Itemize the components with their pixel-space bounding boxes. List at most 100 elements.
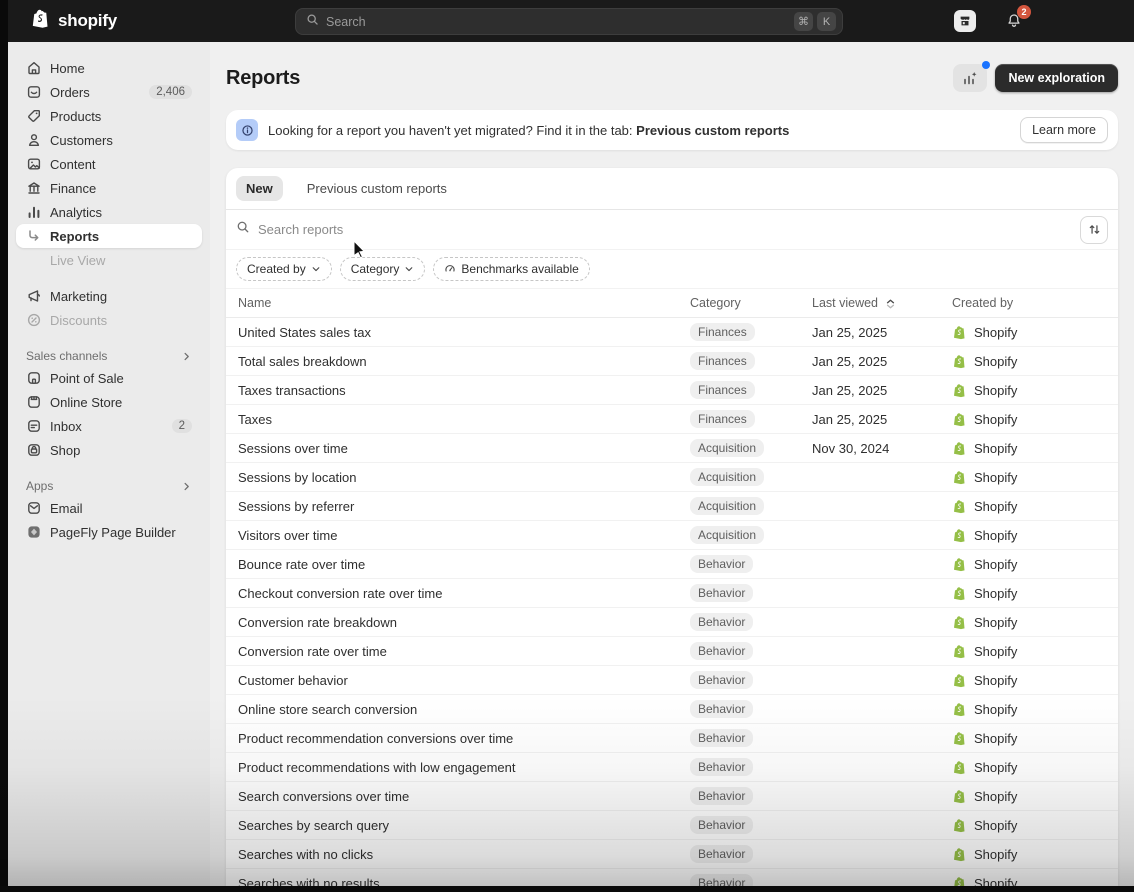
table-row[interactable]: Checkout conversion rate over time Behav… [226,579,1118,608]
filter-created-by[interactable]: Created by [236,257,332,281]
sidebar-item-pagefly-page-builder[interactable]: PageFly Page Builder [16,520,202,544]
shopify-green-bag-icon [952,354,967,369]
sidebar-item-orders[interactable]: Orders2,406 [16,80,202,104]
report-name: Taxes [238,412,690,427]
tab-previous-custom-reports[interactable]: Previous custom reports [297,176,457,201]
report-name: Customer behavior [238,673,690,688]
sidebar-item-label: Live View [50,253,105,268]
shopify-green-bag-icon [952,731,967,746]
table-row[interactable]: Sessions by referrer Acquisition Shopify [226,492,1118,521]
shopify-green-bag-icon [952,325,967,340]
apps-title: Apps [26,479,53,493]
report-name: Bounce rate over time [238,557,690,572]
col-name[interactable]: Name [238,296,690,310]
col-last-viewed[interactable]: Last viewed [812,296,952,310]
window-bottom-edge [0,886,1134,892]
point-of-sale-icon [26,370,42,386]
category-badge: Finances [690,323,755,341]
category-badge: Behavior [690,671,753,689]
sidebar-item-customers[interactable]: Customers [16,128,202,152]
sort-button[interactable] [1080,216,1108,244]
main-content: Reports New exploration Looking for a re… [210,42,1134,886]
sales-channels-title: Sales channels [26,349,107,363]
sidebar-item-analytics[interactable]: Analytics [16,200,202,224]
filter-benchmarks-available[interactable]: Benchmarks available [433,257,589,281]
sidebar-item-email[interactable]: Email [16,496,202,520]
sidebar-item-discounts[interactable]: Discounts [16,308,202,332]
sidebar-item-content[interactable]: Content [16,152,202,176]
table-row[interactable]: Visitors over time Acquisition Shopify [226,521,1118,550]
chevron-right-icon [181,481,192,492]
table-row[interactable]: Product recommendations with low engagem… [226,753,1118,782]
table-row[interactable]: Conversion rate breakdown Behavior Shopi… [226,608,1118,637]
sidebar-item-label: Analytics [50,205,102,220]
shopify-green-bag-icon [952,673,967,688]
table-row[interactable]: Search conversions over time Behavior Sh… [226,782,1118,811]
created-by-label: Shopify [974,731,1017,746]
reports-search-input[interactable]: Search reports [258,222,1080,237]
page-title: Reports [226,67,300,90]
table-row[interactable]: Customer behavior Behavior Shopify [226,666,1118,695]
created-by-label: Shopify [974,412,1017,427]
table-row[interactable]: Total sales breakdown Finances Jan 25, 2… [226,347,1118,376]
created-by-label: Shopify [974,470,1017,485]
content-icon [26,156,42,172]
table-row[interactable]: Product recommendation conversions over … [226,724,1118,753]
sidebar-item-label: Customers [50,133,113,148]
table-row[interactable]: Online store search conversion Behavior … [226,695,1118,724]
sidebar-item-home[interactable]: Home [16,56,202,80]
table-row[interactable]: Sessions by location Acquisition Shopify [226,463,1118,492]
sidebar-item-reports[interactable]: Reports [16,224,202,248]
sidebar-item-products[interactable]: Products [16,104,202,128]
global-search-input[interactable]: Search ⌘ K [295,8,843,35]
sidebar-item-point-of-sale[interactable]: Point of Sale [16,366,202,390]
sidebar-item-label: Online Store [50,395,122,410]
table-row[interactable]: Searches with no results Behavior Shopif… [226,869,1118,886]
col-category[interactable]: Category [690,296,812,310]
created-by-label: Shopify [974,528,1017,543]
report-name: Product recommendations with low engagem… [238,760,690,775]
table-row[interactable]: Taxes Finances Jan 25, 2025 Shopify [226,405,1118,434]
home-icon [26,60,42,76]
table-row[interactable]: Searches with no clicks Behavior Shopify [226,840,1118,869]
table-row[interactable]: United States sales tax Finances Jan 25,… [226,318,1118,347]
filter-category[interactable]: Category [340,257,426,281]
shopify-bag-icon [30,8,51,34]
sidebar-item-finance[interactable]: Finance [16,176,202,200]
col-created-by[interactable]: Created by [952,296,1106,310]
category-badge: Behavior [690,816,753,834]
sidebar-item-online-store[interactable]: Online Store [16,390,202,414]
category-badge: Behavior [690,874,753,886]
learn-more-button[interactable]: Learn more [1020,117,1108,143]
sidebar-item-shop[interactable]: Shop [16,438,202,462]
table-row[interactable]: Bounce rate over time Behavior Shopify [226,550,1118,579]
sidebar-item-label: Home [50,61,85,76]
migration-banner: Looking for a report you haven't yet mig… [226,110,1118,150]
analytics-icon [26,204,42,220]
sales-channels-header[interactable]: Sales channels [16,346,202,366]
table-row[interactable]: Searches by search query Behavior Shopif… [226,811,1118,840]
sidebar-item-live-view[interactable]: Live View [16,248,202,272]
analytics-explore-button[interactable] [953,64,987,92]
tab-new[interactable]: New [236,176,283,201]
new-exploration-button[interactable]: New exploration [995,64,1118,92]
apps-header[interactable]: Apps [16,476,202,496]
report-name: Searches by search query [238,818,690,833]
email-icon [26,500,42,516]
store-avatar[interactable] [954,10,976,32]
shopify-green-bag-icon [952,412,967,427]
table-row[interactable]: Conversion rate over time Behavior Shopi… [226,637,1118,666]
created-by-label: Shopify [974,325,1017,340]
discounts-icon [26,312,42,328]
reports-search-row: Search reports [226,210,1118,250]
sidebar-item-inbox[interactable]: Inbox2 [16,414,202,438]
created-by-label: Shopify [974,673,1017,688]
notifications-button[interactable]: 2 [1002,9,1026,33]
created-by-label: Shopify [974,499,1017,514]
shopify-green-bag-icon [952,760,967,775]
table-row[interactable]: Sessions over time Acquisition Nov 30, 2… [226,434,1118,463]
table-row[interactable]: Taxes transactions Finances Jan 25, 2025… [226,376,1118,405]
last-viewed: Nov 30, 2024 [812,441,952,456]
sidebar-item-marketing[interactable]: Marketing [16,284,202,308]
category-badge: Behavior [690,555,753,573]
